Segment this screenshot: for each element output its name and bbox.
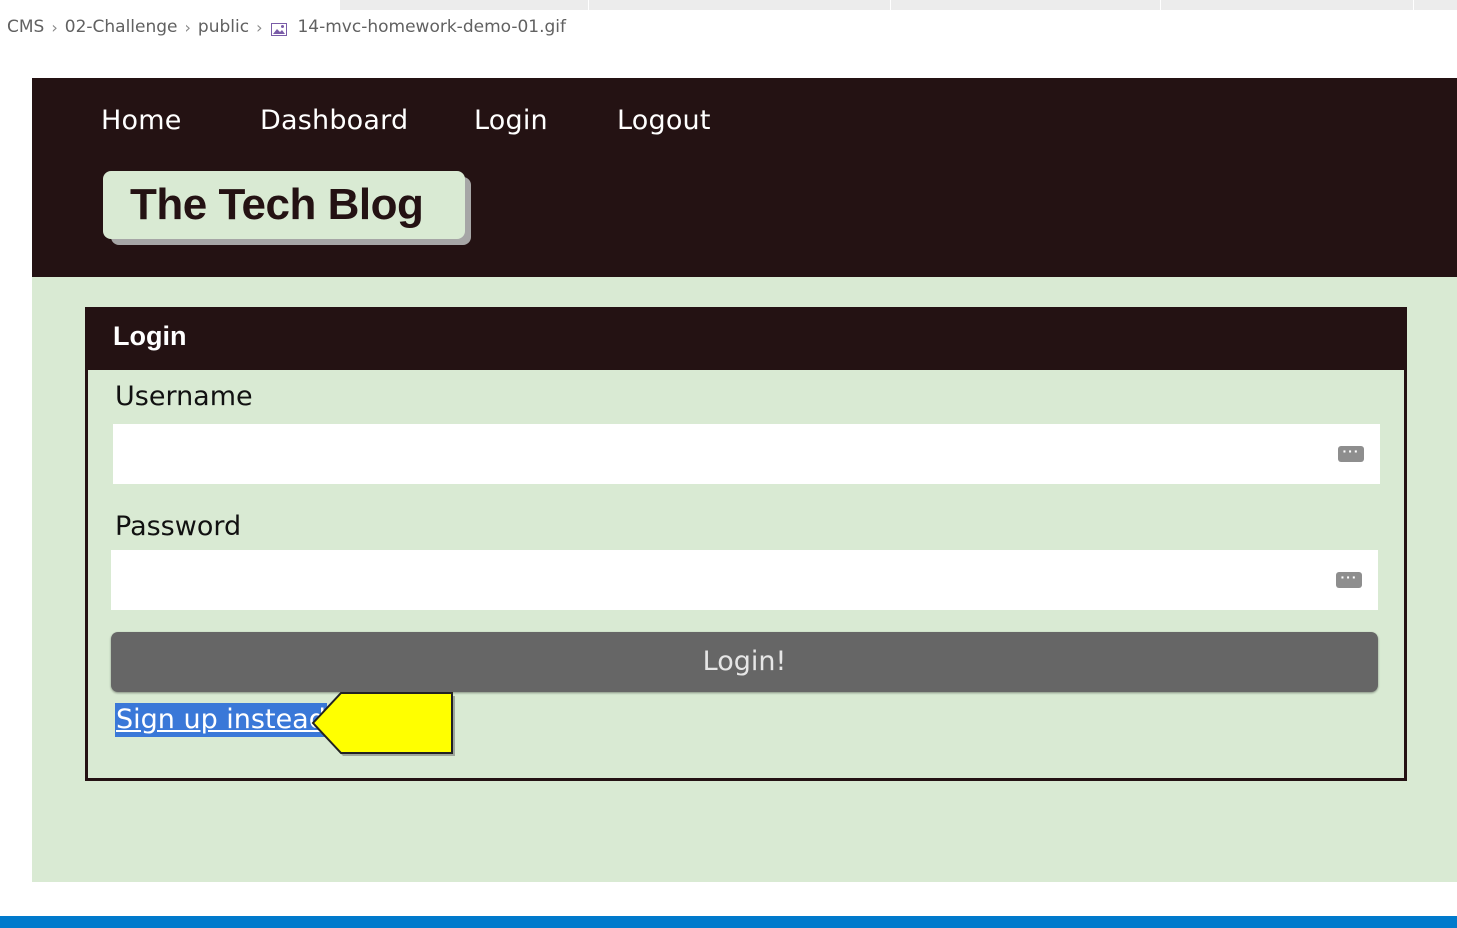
breadcrumb-item-challenge[interactable]: 02-Challenge <box>65 17 178 37</box>
breadcrumb-item-public[interactable]: public <box>198 17 249 37</box>
site-title[interactable]: The Tech Blog <box>103 171 465 239</box>
main-nav: Home Dashboard Login Logout <box>101 105 711 136</box>
nav-logout-link[interactable]: Logout <box>617 105 711 136</box>
nav-dashboard-link[interactable]: Dashboard <box>260 105 474 136</box>
nav-login-link[interactable]: Login <box>474 105 617 136</box>
login-card-header: Login <box>85 307 1407 370</box>
more-dots-icon[interactable]: ··· <box>1338 444 1364 462</box>
nav-home-link[interactable]: Home <box>101 105 260 136</box>
more-dots-icon[interactable]: ··· <box>1336 570 1362 588</box>
site-header: Home Dashboard Login Logout The Tech Blo… <box>32 78 1457 277</box>
login-card-title: Login <box>113 321 187 351</box>
password-label: Password <box>115 511 242 542</box>
username-input[interactable]: ··· <box>113 424 1380 484</box>
editor-tab-strip <box>340 0 1457 10</box>
username-label: Username <box>115 381 253 412</box>
breadcrumb: CMS › 02-Challenge › public › 14-mvc-hom… <box>7 14 566 40</box>
breadcrumb-item-file[interactable]: 14-mvc-homework-demo-01.gif <box>297 17 566 37</box>
breadcrumb-item-cms[interactable]: CMS <box>7 17 44 37</box>
tech-blog-app: Home Dashboard Login Logout The Tech Blo… <box>32 78 1457 882</box>
image-file-icon <box>271 21 288 36</box>
password-input[interactable]: ··· <box>111 550 1378 610</box>
arrow-left-callout-icon <box>311 692 455 756</box>
signup-instead-link[interactable]: Sign up instead <box>115 703 327 737</box>
editor-status-bar <box>0 916 1457 928</box>
chevron-right-icon: › <box>256 17 263 37</box>
site-brand: The Tech Blog <box>103 171 471 245</box>
login-card: Login Username ··· Password ··· Login! S… <box>85 307 1407 781</box>
chevron-right-icon: › <box>51 17 58 37</box>
login-submit-button[interactable]: Login! <box>111 632 1378 692</box>
chevron-right-icon: › <box>184 17 191 37</box>
